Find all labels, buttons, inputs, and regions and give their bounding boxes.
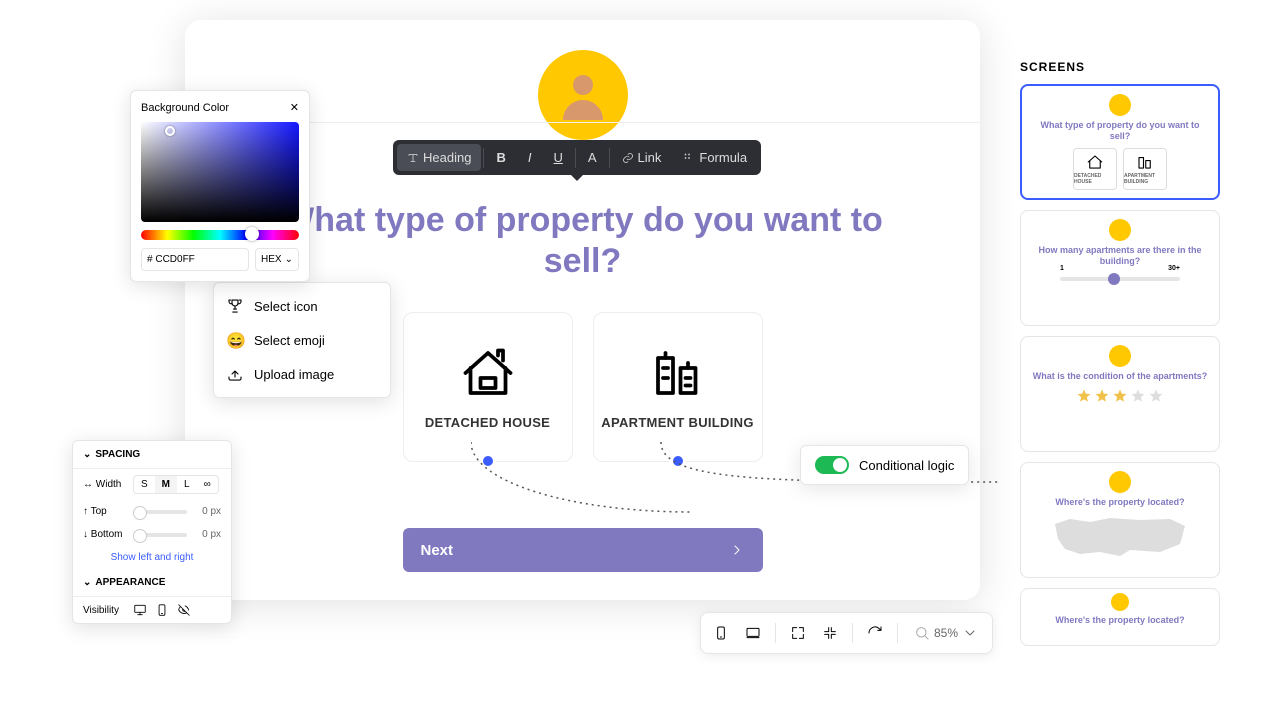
- logic-node[interactable]: [480, 453, 496, 469]
- us-map-icon: [1050, 514, 1190, 558]
- avatar: [1109, 219, 1131, 241]
- conditional-logic-chip: Conditional logic: [800, 445, 969, 485]
- hue-slider[interactable]: [141, 230, 299, 240]
- bold-tool[interactable]: B: [486, 144, 515, 171]
- avatar: [1109, 345, 1131, 367]
- show-margins-link[interactable]: Show left and right: [73, 546, 231, 569]
- spacing-section[interactable]: ⌄SPACING: [73, 441, 231, 469]
- close-icon[interactable]: ✕: [290, 101, 299, 114]
- house-icon: [458, 343, 518, 403]
- viewport-toolbar: 85%: [700, 612, 993, 654]
- mobile-view[interactable]: [707, 619, 735, 647]
- avatar: [538, 50, 628, 140]
- heading-tool[interactable]: Heading: [397, 144, 481, 171]
- conditional-toggle[interactable]: [815, 456, 849, 474]
- icon-picker-menu: Select icon 😄 Select emoji Upload image: [213, 282, 391, 398]
- spacing-panel: ⌄SPACING ↔ Width S M L ∞ ↑ Top 0 px ↓ Bo…: [72, 440, 232, 624]
- select-icon-item[interactable]: Select icon: [220, 289, 384, 323]
- search-icon: [914, 625, 930, 641]
- top-value: 0 px: [193, 506, 221, 517]
- next-button[interactable]: Next: [403, 528, 763, 572]
- option-label: DETACHED HOUSE: [425, 415, 550, 430]
- upload-icon: [226, 365, 244, 383]
- next-label: Next: [421, 542, 454, 559]
- chevron-down-icon: [962, 625, 978, 641]
- logic-node[interactable]: [670, 453, 686, 469]
- option-card-building[interactable]: APARTMENT BUILDING: [593, 312, 763, 462]
- avatar: [1109, 94, 1131, 116]
- color-mode-select[interactable]: HEX⌄: [255, 248, 299, 271]
- bottom-slider[interactable]: [133, 533, 187, 537]
- bottom-label: ↓ Bottom: [83, 529, 127, 540]
- upload-image-item[interactable]: Upload image: [220, 357, 384, 391]
- select-emoji-item[interactable]: 😄 Select emoji: [220, 323, 384, 357]
- screen-thumb-4[interactable]: Where's the property located?: [1020, 462, 1220, 578]
- building-icon: [648, 343, 708, 403]
- hex-input[interactable]: # CCD0FF: [141, 248, 249, 271]
- appearance-section[interactable]: ⌄APPEARANCE: [73, 569, 231, 597]
- bottom-value: 0 px: [193, 529, 221, 540]
- screen-thumb-3[interactable]: What is the condition of the apartments?: [1020, 336, 1220, 452]
- chevron-right-icon: [729, 542, 745, 558]
- screen-thumb-1[interactable]: What type of property do you want to sel…: [1020, 84, 1220, 200]
- zoom-control[interactable]: 85%: [906, 625, 986, 641]
- width-label: ↔ Width: [83, 479, 127, 490]
- width-segment[interactable]: S M L ∞: [133, 475, 219, 494]
- screen-thumb-2[interactable]: How many apartments are there in the bui…: [1020, 210, 1220, 326]
- top-label: ↑ Top: [83, 506, 127, 517]
- collapse-view[interactable]: [816, 619, 844, 647]
- saturation-area[interactable]: [141, 122, 299, 222]
- link-tool[interactable]: Link: [612, 144, 672, 171]
- option-card-house[interactable]: DETACHED HOUSE: [403, 312, 573, 462]
- avatar: [1111, 593, 1129, 611]
- trophy-icon: [226, 297, 244, 315]
- screen-thumb-5[interactable]: Where's the property located?: [1020, 588, 1220, 646]
- italic-tool[interactable]: I: [518, 144, 542, 171]
- desktop-icon[interactable]: [133, 603, 147, 617]
- screens-title: SCREENS: [1020, 60, 1220, 74]
- text-toolbar: Heading B I U A Link Formula: [393, 140, 761, 175]
- avatar: [1109, 471, 1131, 493]
- color-picker: Background Color ✕ # CCD0FF HEX⌄: [130, 90, 310, 282]
- emoji-icon: 😄: [226, 331, 244, 349]
- screens-panel: SCREENS What type of property do you wan…: [1020, 60, 1220, 656]
- color-picker-title: Background Color: [141, 102, 229, 114]
- visibility-label: Visibility: [83, 605, 127, 616]
- conditional-label: Conditional logic: [859, 458, 954, 473]
- mobile-icon[interactable]: [155, 603, 169, 617]
- formula-tool[interactable]: Formula: [673, 144, 757, 171]
- desktop-view[interactable]: [739, 619, 767, 647]
- underline-tool[interactable]: U: [543, 144, 572, 171]
- hidden-icon[interactable]: [177, 603, 191, 617]
- refresh[interactable]: [861, 619, 889, 647]
- expand-view[interactable]: [784, 619, 812, 647]
- top-slider[interactable]: [133, 510, 187, 514]
- option-label: APARTMENT BUILDING: [601, 415, 753, 430]
- font-color-tool[interactable]: A: [578, 144, 607, 171]
